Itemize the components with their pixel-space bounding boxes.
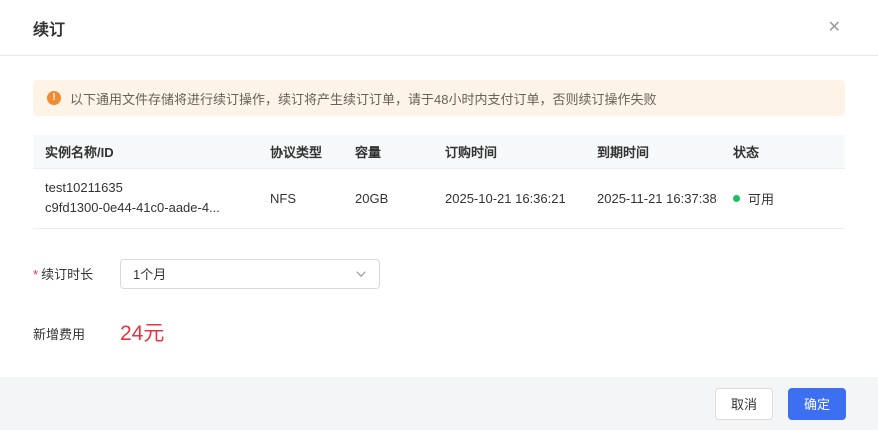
col-header-expire-time: 到期时间 [585,135,721,169]
table-row: test10211635 c9fd1300-0e44-41c0-aade-4..… [33,168,845,229]
cell-instance: test10211635 c9fd1300-0e44-41c0-aade-4..… [33,168,258,229]
dialog-title: 续订 [33,21,66,39]
status-badge: 可用 [748,191,775,207]
close-icon[interactable]: ✕ [824,18,845,38]
cell-order-time: 2025-10-21 16:36:21 [433,168,585,229]
instance-id: c9fd1300-0e44-41c0-aade-4... [45,200,220,215]
dialog-body: ! 以下通用文件存储将进行续订操作，续订将产生续订订单，请于48小时内支付订单，… [0,56,878,377]
confirm-button[interactable]: 确定 [787,387,846,420]
instance-table: 实例名称/ID 协议类型 容量 订购时间 到期时间 状态 test1021163… [33,135,845,229]
cell-capacity: 20GB [343,168,433,229]
duration-select[interactable]: 1个月 [120,258,380,289]
dialog-header: 续订 ✕ [0,0,878,56]
cancel-button[interactable]: 取消 [714,387,773,420]
duration-row: * 续订时长 1个月 [33,258,845,289]
fee-label: 新增费用 [33,326,86,342]
fee-row: 新增费用 24元 [33,322,845,345]
required-asterisk: * [33,267,39,282]
status-dot-icon [733,194,740,202]
renew-warning-banner: ! 以下通用文件存储将进行续订操作，续订将产生续订订单，请于48小时内支付订单，… [33,80,845,116]
cell-protocol: NFS [258,168,343,229]
cell-expire-time: 2025-11-21 16:37:38 [585,168,721,229]
col-header-status: 状态 [721,135,845,169]
dialog-footer: 取消 确定 [0,377,878,430]
duration-label: * 续订时长 [33,267,94,282]
fee-value: 24元 [120,321,165,345]
col-header-instance: 实例名称/ID [33,135,258,169]
duration-select-value: 1个月 [133,267,167,282]
renew-dialog: 续订 ✕ ! 以下通用文件存储将进行续订操作，续订将产生续订订单，请于48小时内… [0,0,878,430]
instance-name: test10211635 [45,180,123,195]
table-header-row: 实例名称/ID 协议类型 容量 订购时间 到期时间 状态 [33,135,845,169]
warning-circle-icon: ! [47,91,61,105]
col-header-order-time: 订购时间 [433,135,585,169]
col-header-protocol: 协议类型 [258,135,343,169]
cell-status: 可用 [721,168,845,229]
chevron-down-icon [355,268,367,280]
warning-text: 以下通用文件存储将进行续订操作，续订将产生续订订单，请于48小时内支付订单，否则… [70,91,657,107]
col-header-capacity: 容量 [343,135,433,169]
